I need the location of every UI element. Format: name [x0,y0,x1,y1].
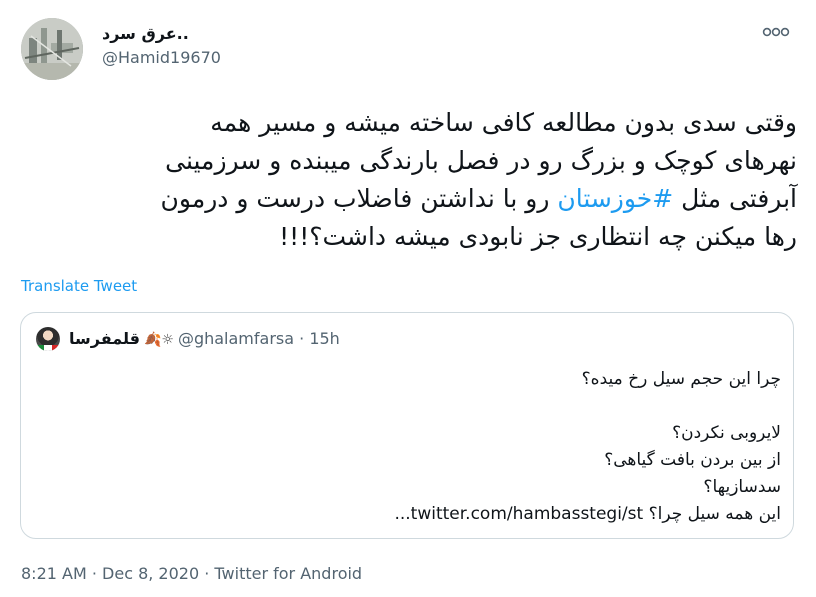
separator-dot: · [86,564,103,583]
quoted-author-emoji: 🍂☼ [143,332,174,348]
quoted-author-avatar[interactable] [36,327,60,351]
quoted-line: این همه سیل چرا؟ twitter.com/hambasstegi… [394,504,781,524]
tweet-source[interactable]: Twitter for Android [214,564,362,583]
separator-dot: · [199,564,215,583]
tweet-line: وقتی سدی بدون مطالعه کافی ساخته میشه و م… [210,108,797,137]
tweet-metadata: 8:21 AM · Dec 8, 2020 · Twitter for Andr… [21,564,362,583]
tweet-line: آبرفتی مثل #خوزستان رو با نداشتن فاضلاب … [20,180,797,218]
quoted-line: چرا این حجم سیل رخ میده؟ [581,369,781,389]
quoted-tweet[interactable]: قلمفرسا 🍂☼ @ghalamfarsa · 15h چرا این حجم … [20,312,794,539]
tweet-line-part: رو با نداشتن فاضلاب درست و درمون [160,184,558,213]
quoted-author-name[interactable]: قلمفرسا [69,329,140,348]
more-horizontal-icon[interactable] [759,22,793,42]
quoted-line: از بین بردن بافت گیاهی؟ [604,450,781,470]
quoted-line: سدسازیها؟ [703,477,781,497]
tweet-line: رها میکنن چه انتظاری جز نابودی میشه داشت… [279,222,797,251]
quoted-tweet-time[interactable]: 15h [309,329,340,348]
tweet-time[interactable]: 8:21 AM [21,564,87,583]
author-display-name[interactable]: عرق سرد.. [102,24,189,43]
avatar-image [21,18,83,80]
author-handle[interactable]: @Hamid19670 [102,48,221,67]
translate-tweet-link[interactable]: Translate Tweet [21,277,137,295]
quoted-line: لایروبی نکردن؟ [672,423,781,443]
quoted-line [35,393,781,420]
author-avatar[interactable] [21,18,83,80]
quoted-author-handle[interactable]: @ghalamfarsa [178,329,294,348]
tweet-text: وقتی سدی بدون مطالعه کافی ساخته میشه و م… [20,104,797,256]
tweet-line: نهرهای کوچک و بزرگ رو در فصل بارندگی میب… [165,146,797,175]
separator-dot: · [299,329,305,348]
quoted-tweet-text: چرا این حجم سیل رخ میده؟ لایروبی نکردن؟ … [35,366,781,528]
tweet-line-part: آبرفتی مثل [673,184,797,213]
quoted-tweet-header: قلمفرسا 🍂☼ @ghalamfarsa · 15h [69,329,340,348]
hashtag-link[interactable]: #خوزستان [557,184,673,213]
tweet-date[interactable]: Dec 8, 2020 [102,564,199,583]
